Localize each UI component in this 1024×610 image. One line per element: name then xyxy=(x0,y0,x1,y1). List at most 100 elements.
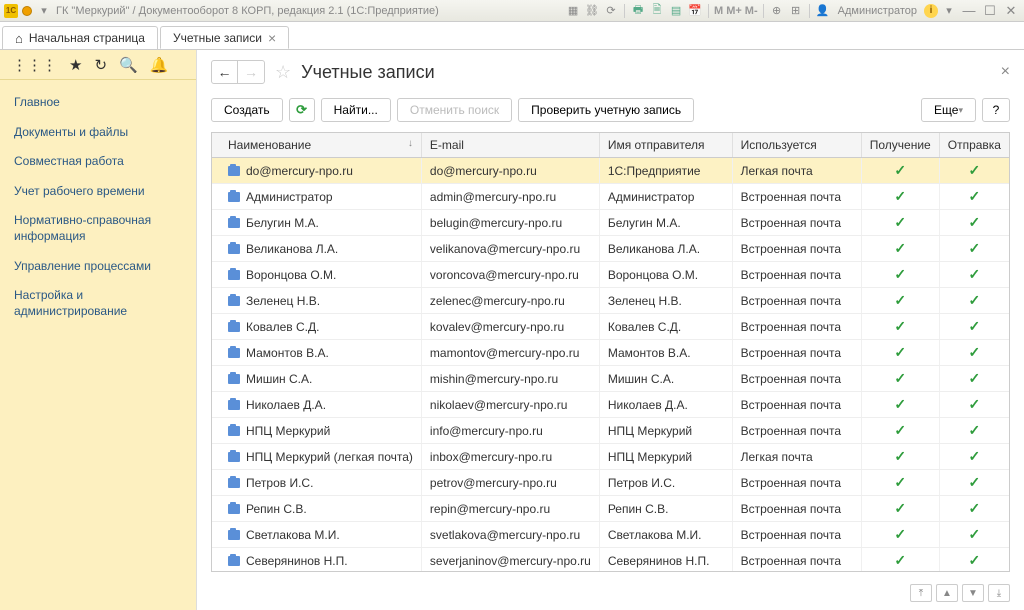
cell-send: ✓ xyxy=(939,210,1009,236)
search-sidebar-icon[interactable]: 🔍 xyxy=(119,56,138,74)
cell-receive: ✓ xyxy=(861,366,939,392)
refresh-button[interactable]: ⟳ xyxy=(289,98,315,122)
table-row[interactable]: Николаев Д.А.nikolaev@mercury-npo.ruНико… xyxy=(212,392,1009,418)
table-row[interactable]: Великанова Л.А.velikanova@mercury-npo.ru… xyxy=(212,236,1009,262)
account-icon xyxy=(228,530,240,540)
star-icon[interactable]: ☆ xyxy=(275,62,291,83)
m-plus-icon[interactable]: M+ xyxy=(726,5,742,17)
cell-name: Воронцова О.М. xyxy=(246,268,336,282)
print-icon[interactable]: 🖶 xyxy=(630,3,646,19)
sidebar-item-6[interactable]: Настройка и администрирование xyxy=(0,281,196,326)
tab-accounts[interactable]: Учетные записи × xyxy=(160,26,289,49)
cell-used: Встроенная почта xyxy=(732,496,861,522)
prefs-icon[interactable]: ⊞ xyxy=(788,3,804,19)
cell-receive: ✓ xyxy=(861,184,939,210)
search-icon[interactable]: ⊕ xyxy=(769,3,785,19)
table-row[interactable]: Мишин С.А.mishin@mercury-npo.ruМишин С.А… xyxy=(212,366,1009,392)
dropdown-icon[interactable]: ▾ xyxy=(36,3,52,19)
maximize-button[interactable]: ☐ xyxy=(981,3,999,19)
tab-home[interactable]: ⌂ Начальная страница xyxy=(2,26,158,49)
scroll-bottom-button[interactable]: ⤓ xyxy=(988,584,1010,602)
scroll-up-button[interactable]: ▲ xyxy=(936,584,958,602)
link-icon[interactable]: ⛓ xyxy=(584,3,600,19)
create-button[interactable]: Создать xyxy=(211,98,283,122)
col-name[interactable]: Наименование↓ xyxy=(212,133,421,158)
cell-sender: Светлакова М.И. xyxy=(599,522,732,548)
history-icon[interactable]: ↻ xyxy=(94,56,107,74)
m-minus-icon[interactable]: M- xyxy=(745,5,758,17)
col-used[interactable]: Используется xyxy=(732,133,861,158)
table-row[interactable]: do@mercury-npo.rudo@mercury-npo.ru1С:Пре… xyxy=(212,158,1009,184)
calendar-icon[interactable]: 📅 xyxy=(687,3,703,19)
close-page-button[interactable]: × xyxy=(1001,63,1010,81)
cell-name: Ковалев С.Д. xyxy=(246,320,319,334)
table-row[interactable]: НПЦ Меркурийinfo@mercury-npo.ruНПЦ Мерку… xyxy=(212,418,1009,444)
sidebar-item-3[interactable]: Учет рабочего времени xyxy=(0,177,196,207)
nav-back-button[interactable]: ← xyxy=(212,61,238,83)
scroll-down-button[interactable]: ▼ xyxy=(962,584,984,602)
table-row[interactable]: Светлакова М.И.svetlakova@mercury-npo.ru… xyxy=(212,522,1009,548)
find-button[interactable]: Найти... xyxy=(321,98,391,122)
cell-email: kovalev@mercury-npo.ru xyxy=(421,314,599,340)
table-row[interactable]: Петров И.С.petrov@mercury-npo.ruПетров И… xyxy=(212,470,1009,496)
table: Наименование↓ E-mail Имя отправителя Исп… xyxy=(211,132,1010,572)
cancel-search-button[interactable]: Отменить поиск xyxy=(397,98,512,122)
cell-receive: ✓ xyxy=(861,470,939,496)
cell-used: Встроенная почта xyxy=(732,418,861,444)
sidebar-items: ГлавноеДокументы и файлыСовместная работ… xyxy=(0,80,196,334)
cell-used: Встроенная почта xyxy=(732,314,861,340)
table-row[interactable]: Зеленец Н.В.zelenec@mercury-npo.ruЗелене… xyxy=(212,288,1009,314)
cell-send: ✓ xyxy=(939,418,1009,444)
more-button[interactable]: Еще xyxy=(921,98,976,122)
doc-icon[interactable]: 🗎 xyxy=(649,3,665,19)
table-row[interactable]: Мамонтов В.А.mamontov@mercury-npo.ruМамо… xyxy=(212,340,1009,366)
sidebar-item-4[interactable]: Нормативно-справочная информация xyxy=(0,206,196,251)
sidebar-item-2[interactable]: Совместная работа xyxy=(0,147,196,177)
col-send[interactable]: Отправка xyxy=(939,133,1009,158)
favorites-icon[interactable]: ★ xyxy=(69,56,82,74)
table-row[interactable]: Ковалев С.Д.kovalev@mercury-npo.ruКовале… xyxy=(212,314,1009,340)
bell-icon[interactable]: 🔔 xyxy=(150,56,169,74)
m-icon[interactable]: M xyxy=(714,5,723,17)
table-row[interactable]: Воронцова О.М.voroncova@mercury-npo.ruВо… xyxy=(212,262,1009,288)
col-sender[interactable]: Имя отправителя xyxy=(599,133,732,158)
col-receive[interactable]: Получение xyxy=(861,133,939,158)
table-row[interactable]: НПЦ Меркурий (легкая почта)inbox@mercury… xyxy=(212,444,1009,470)
reload-icon[interactable]: ⟳ xyxy=(603,3,619,19)
calc-icon[interactable]: ▤ xyxy=(668,3,684,19)
info-icon[interactable]: i xyxy=(924,4,938,18)
cell-email: petrov@mercury-npo.ru xyxy=(421,470,599,496)
account-icon xyxy=(228,322,240,332)
grid-icon[interactable]: ▦ xyxy=(565,3,581,19)
cell-used: Встроенная почта xyxy=(732,366,861,392)
cell-email: mishin@mercury-npo.ru xyxy=(421,366,599,392)
sidebar-item-1[interactable]: Документы и файлы xyxy=(0,118,196,148)
verify-button[interactable]: Проверить учетную запись xyxy=(518,98,694,122)
col-email[interactable]: E-mail xyxy=(421,133,599,158)
sidebar-item-5[interactable]: Управление процессами xyxy=(0,252,196,282)
minimize-button[interactable]: — xyxy=(960,3,978,19)
close-window-button[interactable]: ✕ xyxy=(1002,3,1020,19)
check-icon: ✓ xyxy=(948,344,1001,361)
check-icon: ✓ xyxy=(870,526,931,543)
window-title: ГК "Меркурий" / Документооборот 8 КОРП, … xyxy=(56,5,439,17)
account-icon xyxy=(228,244,240,254)
sidebar-item-0[interactable]: Главное xyxy=(0,88,196,118)
table-row[interactable]: Северянинов Н.П.severjaninov@mercury-npo… xyxy=(212,548,1009,573)
table-row[interactable]: Репин С.В.repin@mercury-npo.ruРепин С.В.… xyxy=(212,496,1009,522)
check-icon: ✓ xyxy=(948,370,1001,387)
cell-name: do@mercury-npo.ru xyxy=(246,164,353,178)
cell-used: Встроенная почта xyxy=(732,236,861,262)
help-button[interactable]: ? xyxy=(982,98,1010,122)
nav-forward-button[interactable]: → xyxy=(238,61,264,83)
cell-email: zelenec@mercury-npo.ru xyxy=(421,288,599,314)
table-row[interactable]: Администраторadmin@mercury-npo.ruАдминис… xyxy=(212,184,1009,210)
info-dropdown[interactable]: ▾ xyxy=(941,3,957,19)
tab-close-icon[interactable]: × xyxy=(268,30,276,46)
cell-used: Встроенная почта xyxy=(732,262,861,288)
scroll-top-button[interactable]: ⤒ xyxy=(910,584,932,602)
menu-icon[interactable]: ⋮⋮⋮ xyxy=(12,56,57,74)
nav-buttons: ← → xyxy=(211,60,265,84)
table-row[interactable]: Белугин М.А.belugin@mercury-npo.ruБелуги… xyxy=(212,210,1009,236)
cell-send: ✓ xyxy=(939,314,1009,340)
